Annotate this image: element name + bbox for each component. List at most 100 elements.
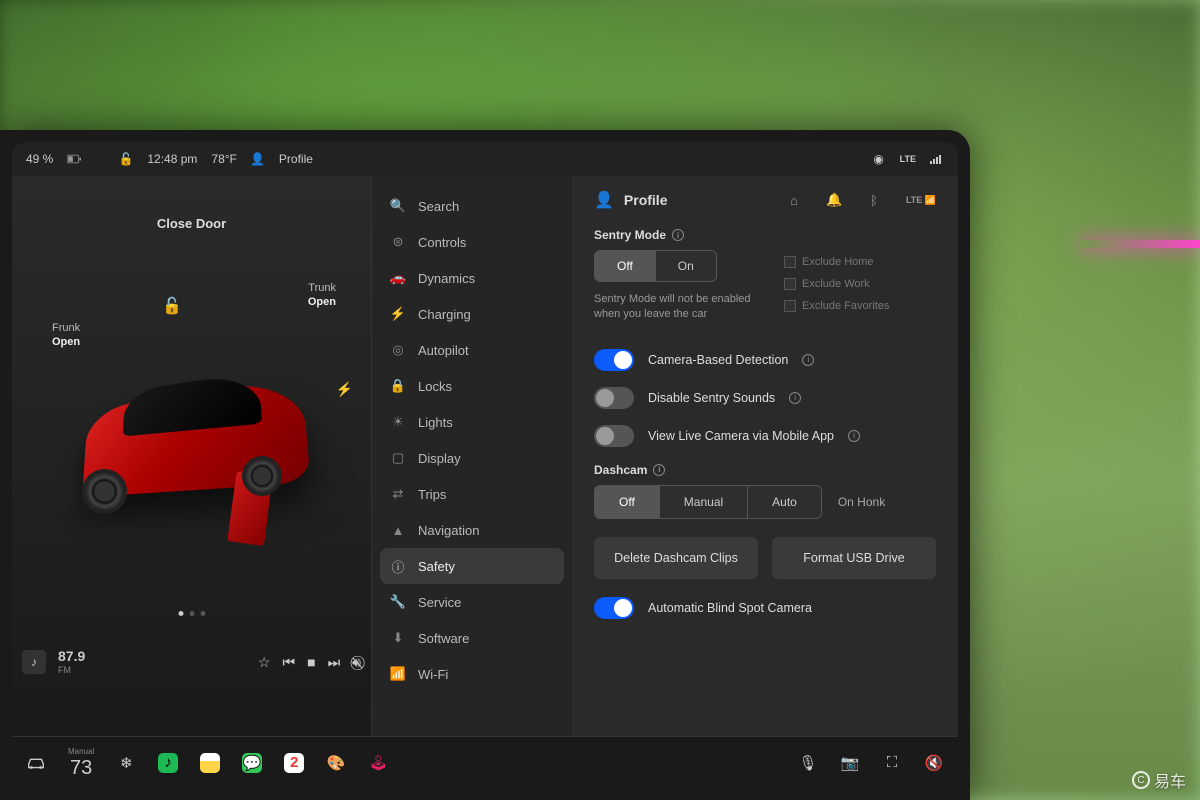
sidebar-item-service[interactable]: 🔧Service <box>372 584 572 620</box>
blind-spot-label: Automatic Blind Spot Camera <box>648 601 812 615</box>
info-icon[interactable]: i <box>653 464 665 476</box>
calendar-app-icon[interactable]: 2 <box>284 753 304 773</box>
messages-app-icon[interactable]: 💬 <box>242 753 262 773</box>
profile-icon[interactable]: 👤 <box>251 152 265 166</box>
infotainment-monitor: 49 % 🔓 12:48 pm 78°F 👤 Profile ◉ LTE Clo… <box>0 130 970 800</box>
toggle-label: Camera-Based Detection <box>648 353 788 367</box>
sidebar-item-wi-fi[interactable]: 📶Wi-Fi <box>372 656 572 692</box>
info-icon[interactable]: i <box>789 392 801 404</box>
sidebar-item-software[interactable]: ⬇ Software <box>372 620 572 656</box>
profile-label[interactable]: Profile <box>279 152 313 166</box>
sidebar-item-label: Locks <box>418 379 452 394</box>
display-icon: ▢ <box>390 450 406 466</box>
bluetooth-icon[interactable]: ᛒ <box>870 193 878 208</box>
sidebar-item-label: Wi-Fi <box>418 667 448 682</box>
arcade-app-icon[interactable]: 🕹 <box>368 753 388 773</box>
navigation-icon: ▲ <box>390 522 406 538</box>
autopilot-icon: ◎ <box>390 342 406 358</box>
sidebar-item-lights[interactable]: ☀Lights <box>372 404 572 440</box>
dynamics-icon: 🚗 <box>390 270 406 286</box>
lock-open-icon[interactable]: 🔓 <box>119 152 133 166</box>
format-usb-button[interactable]: Format USB Drive <box>772 537 936 579</box>
voice-command-icon[interactable]: 🎙 <box>798 753 818 773</box>
next-track-icon[interactable]: ⏭ <box>328 654 341 671</box>
charging-icon: ⚡ <box>390 306 406 322</box>
stop-icon[interactable]: ■ <box>307 654 315 670</box>
media-source-icon[interactable]: ♪ <box>22 650 46 674</box>
expand-icon[interactable]: ⛶ <box>882 753 902 773</box>
info-icon[interactable]: i <box>848 430 860 442</box>
blind-spot-toggle-row: Automatic Blind Spot Camera <box>594 597 936 619</box>
notifications-icon[interactable]: 🔔 <box>826 192 842 208</box>
trips-icon: ⇄ <box>390 486 406 502</box>
sidebar-item-dynamics[interactable]: 🚗 Dynamics <box>372 260 572 296</box>
sidebar-item-safety[interactable]: ⓘSafety <box>380 548 564 584</box>
exclude-favorites-checkbox[interactable]: Exclude Favorites <box>784 300 889 312</box>
toggle-row: View Live Camera via Mobile Appi <box>594 425 936 447</box>
close-door-button[interactable]: Close Door <box>157 216 226 231</box>
camera-icon[interactable]: 📷 <box>840 753 860 773</box>
settings-sidebar: 🔍Search⊜Controls 🚗 Dynamics ⚡Charging◎Autop… <box>372 176 572 736</box>
delete-dashcam-button[interactable]: Delete Dashcam Clips <box>594 537 758 579</box>
frunk-control[interactable]: Frunk Open <box>52 321 80 350</box>
battery-percent[interactable]: 49 % <box>26 152 53 166</box>
app-dock: Manual 73 ❄ ♪ 💬 2 🎨 🕹 🎙 📷 ⛶ 🔇 <box>12 736 958 788</box>
sidebar-item-display[interactable]: ▢ Display <box>372 440 572 476</box>
notes-app-icon[interactable] <box>200 753 220 773</box>
toggle-switch[interactable] <box>594 387 634 409</box>
sentry-mode-toggle: Off On <box>594 250 717 282</box>
defrost-icon[interactable]: ❄ <box>116 753 136 773</box>
climate-control[interactable]: Manual 73 <box>68 748 94 778</box>
sidebar-item-label: Service <box>418 595 461 610</box>
blind-spot-toggle[interactable] <box>594 597 634 619</box>
toggle-switch[interactable] <box>594 349 634 371</box>
sentry-off-button[interactable]: Off <box>595 251 655 281</box>
sidebar-item-charging[interactable]: ⚡Charging <box>372 296 572 332</box>
dashcam-on-honk-option[interactable]: On Honk <box>838 495 885 509</box>
exclude-home-checkbox[interactable]: Exclude Home <box>784 256 889 268</box>
car-render[interactable] <box>42 351 342 541</box>
sentry-status-icon[interactable]: ◉ <box>872 152 886 166</box>
previous-track-icon[interactable]: ⏮ <box>282 654 295 671</box>
favorite-icon[interactable]: ☆ <box>258 654 271 671</box>
software-icon: ⬇ <box>390 630 406 646</box>
media-frequency[interactable]: 87.9 FM <box>58 649 85 674</box>
toggle-row: Camera-Based Detection i <box>594 349 936 371</box>
sidebar-item-label: Dynamics <box>418 271 475 286</box>
exclude-work-checkbox[interactable]: Exclude Work <box>784 278 889 290</box>
mute-icon[interactable]: 🔊⃠ <box>352 654 361 671</box>
lights-icon: ☀ <box>390 414 406 430</box>
watermark: C易车 <box>1132 768 1186 792</box>
sidebar-item-navigation[interactable]: ▲Navigation <box>372 512 572 548</box>
toggle-label: Disable Sentry Sounds <box>648 391 775 405</box>
toybox-app-icon[interactable]: 🎨 <box>326 753 346 773</box>
volume-mute-icon[interactable]: 🔇 <box>924 753 944 773</box>
profile-icon: 👤 <box>594 190 614 210</box>
trunk-control[interactable]: Trunk Open <box>308 281 336 310</box>
page-dots[interactable] <box>178 611 205 616</box>
network-type: LTE <box>900 154 916 164</box>
info-icon[interactable]: i <box>672 229 684 241</box>
clock: 12:48 pm <box>147 152 197 166</box>
sentry-on-button[interactable]: On <box>655 251 716 281</box>
sidebar-item-autopilot[interactable]: ◎Autopilot <box>372 332 572 368</box>
toggle-switch[interactable] <box>594 425 634 447</box>
sidebar-item-locks[interactable]: 🔒Locks <box>372 368 572 404</box>
spotify-app-icon[interactable]: ♪ <box>158 753 178 773</box>
sidebar-item-label: Controls <box>418 235 466 250</box>
outside-temp[interactable]: 78°F <box>211 152 236 166</box>
unlock-icon[interactable]: 🔓 <box>162 296 182 316</box>
sidebar-item-search[interactable]: 🔍Search <box>372 188 572 224</box>
car-icon[interactable] <box>26 753 46 773</box>
dashcam-auto-button[interactable]: Auto <box>747 486 821 518</box>
dashcam-label: Dashcam i <box>594 463 936 477</box>
sidebar-item-trips[interactable]: ⇄Trips <box>372 476 572 512</box>
sidebar-item-label: Display <box>418 451 461 466</box>
safety-icon: ⓘ <box>390 558 406 574</box>
dashcam-manual-button[interactable]: Manual <box>659 486 747 518</box>
info-icon[interactable]: i <box>802 354 814 366</box>
sidebar-item-label: Software <box>418 631 469 646</box>
dashcam-off-button[interactable]: Off <box>595 486 659 518</box>
sidebar-item-controls[interactable]: ⊜Controls <box>372 224 572 260</box>
homelink-icon[interactable]: ⌂ <box>790 193 798 208</box>
